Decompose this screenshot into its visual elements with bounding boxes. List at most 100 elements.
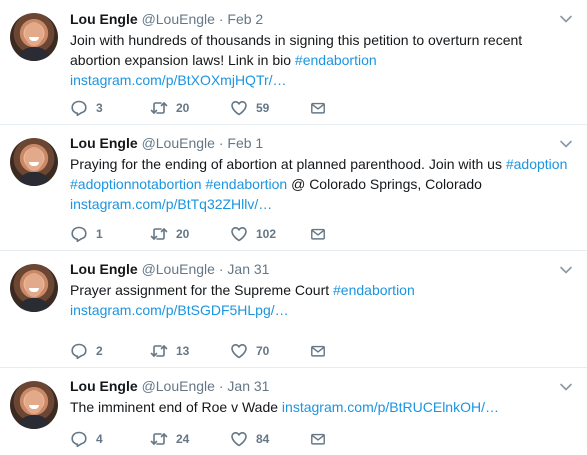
tweet-text-segment: Praying for the ending of abortion at pl… (70, 156, 506, 172)
tweet-date[interactable]: Feb 2 (227, 11, 263, 27)
avatar[interactable] (10, 138, 58, 186)
separator-dot: · (218, 135, 224, 151)
retweet-button[interactable]: 20 (150, 225, 230, 243)
retweet-count: 24 (176, 432, 190, 446)
hashtag-link[interactable]: #adoptionnotabortion (70, 176, 202, 192)
reply-count: 3 (96, 101, 103, 115)
direct-message-button[interactable] (310, 430, 334, 448)
url-link[interactable]: instagram.com/p/BtTq32ZHllv/… (70, 196, 272, 212)
tweet-text: Join with hundreds of thousands in signi… (70, 30, 587, 90)
tweet-date[interactable]: Feb 1 (227, 135, 263, 151)
user-name[interactable]: Lou Engle (70, 11, 138, 27)
tweet-actions: 2 13 70 (70, 341, 334, 361)
tweet-actions: 3 20 59 (70, 98, 334, 118)
tweet-text-segment: Prayer assignment for the Supreme Court (70, 282, 334, 298)
retweet-icon (150, 102, 168, 114)
heart-icon (231, 432, 247, 447)
tweet-header: Lou Engle @LouEngle · Feb 1 (70, 133, 587, 153)
url-link[interactable]: instagram.com/p/BtRUCElnkOH/… (282, 399, 499, 415)
like-button[interactable]: 59 (230, 99, 310, 117)
user-handle[interactable]: @LouEngle (142, 261, 215, 277)
tweet-text-segment: abortion expansion laws! Link in bio (70, 52, 295, 68)
chevron-down-icon[interactable] (559, 263, 573, 277)
avatar[interactable] (10, 13, 58, 61)
tweet-feed: Lou Engle @LouEngle · Feb 2 Join with hu… (0, 0, 587, 455)
tweet-text-line: The imminent end of Roe v Wade instagram… (70, 397, 571, 417)
tweet[interactable]: Lou Engle @LouEngle · Jan 31 Prayer assi… (0, 251, 587, 368)
reply-button[interactable]: 1 (70, 225, 150, 243)
reply-button[interactable]: 2 (70, 342, 150, 360)
reply-icon (71, 100, 87, 117)
tweet[interactable]: Lou Engle @LouEngle · Feb 1 Praying for … (0, 125, 587, 251)
user-name[interactable]: Lou Engle (70, 261, 138, 277)
retweet-count: 13 (176, 344, 190, 358)
user-name[interactable]: Lou Engle (70, 135, 138, 151)
retweet-icon (150, 228, 168, 240)
tweet-text-line: instagram.com/p/BtXOXmjHQTr/… (70, 70, 571, 90)
envelope-icon (311, 228, 325, 240)
hashtag-link[interactable]: #endabortion (205, 176, 287, 192)
avatar[interactable] (10, 264, 58, 312)
reply-button[interactable]: 4 (70, 430, 150, 448)
separator-dot: · (218, 378, 224, 394)
tweet-header: Lou Engle @LouEngle · Jan 31 (70, 376, 587, 396)
direct-message-button[interactable] (310, 99, 334, 117)
tweet-actions: 4 24 84 (70, 429, 334, 449)
tweet-text: Prayer assignment for the Supreme Court … (70, 280, 587, 320)
tweet-actions: 1 20 102 (70, 224, 334, 244)
user-handle[interactable]: @LouEngle (142, 378, 215, 394)
tweet-text-segment: The imminent end of Roe v Wade (70, 399, 282, 415)
direct-message-button[interactable] (310, 342, 334, 360)
like-count: 84 (256, 432, 270, 446)
hashtag-link[interactable]: #endabortion (333, 282, 415, 298)
tweet-date[interactable]: Jan 31 (227, 378, 269, 394)
separator-dot: · (218, 11, 224, 27)
reply-icon (71, 226, 87, 243)
tweet-header: Lou Engle @LouEngle · Feb 2 (70, 9, 587, 29)
retweet-button[interactable]: 13 (150, 342, 230, 360)
user-handle[interactable]: @LouEngle (142, 11, 215, 27)
retweet-button[interactable]: 24 (150, 430, 230, 448)
tweet-date[interactable]: Jan 31 (227, 261, 269, 277)
hashtag-link[interactable]: #adoption (506, 156, 568, 172)
tweet-text-line: #adoptionnotabortion #endabortion @ Colo… (70, 174, 571, 194)
reply-icon (71, 343, 87, 360)
url-link[interactable]: instagram.com/p/BtSGDF5HLpg/… (70, 302, 289, 318)
tweet-text-segment: Join with hundreds of thousands in signi… (70, 32, 523, 48)
reply-count: 1 (96, 227, 103, 241)
hashtag-link[interactable]: #endabortion (295, 52, 377, 68)
like-count: 102 (256, 227, 277, 241)
reply-count: 2 (96, 344, 103, 358)
tweet-text: Praying for the ending of abortion at pl… (70, 154, 587, 214)
like-button[interactable]: 102 (230, 225, 310, 243)
reply-icon (71, 431, 87, 448)
like-button[interactable]: 84 (230, 430, 310, 448)
tweet-text-segment: @ Colorado Springs, Colorado (287, 176, 482, 192)
retweet-count: 20 (176, 101, 190, 115)
user-handle[interactable]: @LouEngle (142, 135, 215, 151)
tweet[interactable]: Lou Engle @LouEngle · Jan 31 The imminen… (0, 368, 587, 455)
retweet-icon (150, 433, 168, 445)
separator-dot: · (218, 261, 224, 277)
retweet-count: 20 (176, 227, 190, 241)
like-count: 70 (256, 344, 270, 358)
tweet-text-line: Prayer assignment for the Supreme Court … (70, 280, 571, 300)
heart-icon (231, 101, 247, 116)
chevron-down-icon[interactable] (559, 12, 573, 26)
like-count: 59 (256, 101, 270, 115)
reply-button[interactable]: 3 (70, 99, 150, 117)
heart-icon (231, 344, 247, 359)
tweet-text: The imminent end of Roe v Wade instagram… (70, 397, 587, 417)
retweet-icon (150, 345, 168, 357)
user-name[interactable]: Lou Engle (70, 378, 138, 394)
tweet-text-line: instagram.com/p/BtSGDF5HLpg/… (70, 300, 571, 320)
retweet-button[interactable]: 20 (150, 99, 230, 117)
direct-message-button[interactable] (310, 225, 334, 243)
avatar[interactable] (10, 381, 58, 429)
tweet[interactable]: Lou Engle @LouEngle · Feb 2 Join with hu… (0, 0, 587, 125)
url-link[interactable]: instagram.com/p/BtXOXmjHQTr/… (70, 72, 287, 88)
like-button[interactable]: 70 (230, 342, 310, 360)
chevron-down-icon[interactable] (559, 137, 573, 151)
chevron-down-icon[interactable] (559, 380, 573, 394)
envelope-icon (311, 433, 325, 445)
